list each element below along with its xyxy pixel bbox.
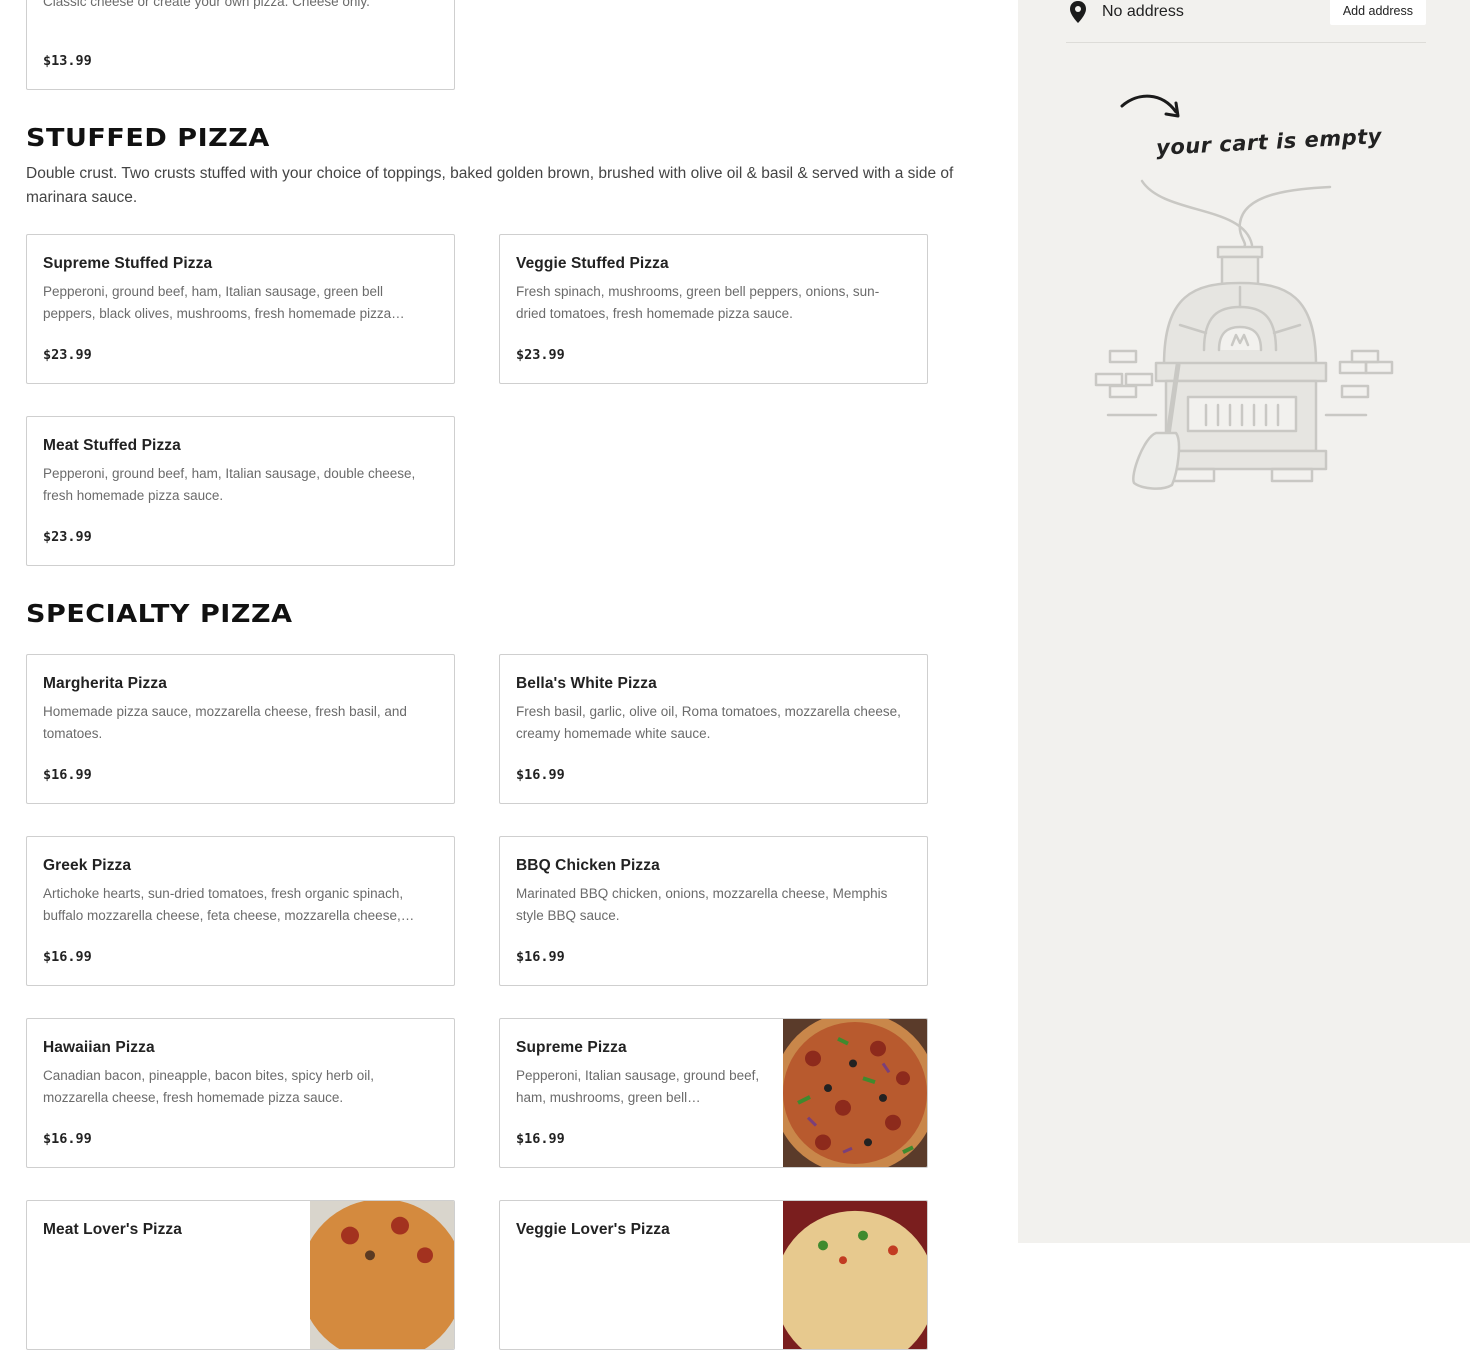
section-title-stuffed: STUFFED PIZZA xyxy=(26,123,270,152)
menu-item-name: Supreme Pizza xyxy=(516,1039,627,1056)
cart-panel: No address Add address your cart is empt… xyxy=(1018,0,1470,1243)
menu-item-description: Fresh spinach, mushrooms, green bell pep… xyxy=(516,284,880,321)
pizza-photo xyxy=(310,1201,454,1349)
menu-item-price: $16.99 xyxy=(43,767,92,783)
menu-item-description: Pepperoni, ground beef, ham, Italian sau… xyxy=(43,466,416,503)
menu-item-name: BBQ Chicken Pizza xyxy=(516,857,660,874)
menu-item-price: $16.99 xyxy=(516,1131,565,1147)
pizza-oven-illustration xyxy=(1094,179,1394,490)
menu-item-name: Veggie Stuffed Pizza xyxy=(516,255,669,272)
menu-item-card[interactable]: Hawaiian Pizza Canadian bacon, pineapple… xyxy=(26,1018,455,1168)
menu-item-card[interactable]: Meat Lover's Pizza xyxy=(26,1200,455,1350)
menu-item-price: $23.99 xyxy=(43,347,92,363)
menu-item-card[interactable]: Veggie Stuffed Pizza Fresh spinach, mush… xyxy=(499,234,928,384)
address-row: No address Add address xyxy=(1066,0,1426,43)
menu-item-card[interactable]: Veggie Lover's Pizza xyxy=(499,1200,928,1350)
menu-main: Classic cheese or create your own pizza.… xyxy=(0,0,1018,1350)
map-pin-icon xyxy=(1070,1,1086,23)
menu-item-card[interactable]: Bella's White Pizza Fresh basil, garlic,… xyxy=(499,654,928,804)
menu-item-card[interactable]: BBQ Chicken Pizza Marinated BBQ chicken,… xyxy=(499,836,928,986)
menu-item-name: Meat Lover's Pizza xyxy=(43,1221,183,1238)
section-description-stuffed: Double crust. Two crusts stuffed with yo… xyxy=(26,165,954,206)
menu-item-price: $16.99 xyxy=(43,1131,92,1147)
menu-item-name: Margherita Pizza xyxy=(43,675,167,692)
add-address-button[interactable]: Add address xyxy=(1329,0,1426,25)
menu-item-price: $13.99 xyxy=(43,53,92,69)
menu-item-description: Classic cheese or create your own pizza.… xyxy=(43,0,370,9)
menu-item-card[interactable]: Supreme Stuffed Pizza Pepperoni, ground … xyxy=(26,234,455,384)
menu-item-name: Supreme Stuffed Pizza xyxy=(43,255,213,272)
menu-item-description: Marinated BBQ chicken, onions, mozzarell… xyxy=(516,886,888,923)
menu-item-card[interactable]: Supreme Pizza Pepperoni, Italian sausage… xyxy=(499,1018,928,1168)
menu-item-price: $16.99 xyxy=(43,949,92,965)
menu-item-name: Veggie Lover's Pizza xyxy=(516,1221,670,1238)
menu-item-description: Homemade pizza sauce, mozzarella cheese,… xyxy=(43,704,407,741)
menu-item-card[interactable]: Classic cheese or create your own pizza.… xyxy=(26,0,455,90)
menu-item-description: Fresh basil, garlic, olive oil, Roma tom… xyxy=(516,704,901,741)
menu-item-card[interactable]: Meat Stuffed Pizza Pepperoni, ground bee… xyxy=(26,416,455,566)
address-text: No address xyxy=(1102,3,1184,20)
empty-cart-message: your cart is empty xyxy=(1155,124,1383,160)
menu-item-card[interactable]: Greek Pizza Artichoke hearts, sun-dried … xyxy=(26,836,455,986)
pizza-photo xyxy=(783,1019,927,1167)
menu-item-name: Greek Pizza xyxy=(43,857,132,874)
menu-item-description: Pepperoni, ground beef, ham, Italian sau… xyxy=(43,284,405,321)
menu-item-price: $16.99 xyxy=(516,767,565,783)
menu-item-card[interactable]: Margherita Pizza Homemade pizza sauce, m… xyxy=(26,654,455,804)
section-title-specialty: SPECIALTY PIZZA xyxy=(26,599,293,628)
menu-item-description: Canadian bacon, pineapple, bacon bites, … xyxy=(43,1068,374,1105)
menu-item-name: Hawaiian Pizza xyxy=(43,1039,155,1056)
menu-item-price: $23.99 xyxy=(516,347,565,363)
menu-item-price: $16.99 xyxy=(516,949,565,965)
menu-item-name: Bella's White Pizza xyxy=(516,675,657,692)
menu-item-description: Artichoke hearts, sun-dried tomatoes, fr… xyxy=(43,886,415,923)
menu-item-price: $23.99 xyxy=(43,529,92,545)
menu-item-name: Meat Stuffed Pizza xyxy=(43,437,181,454)
arrow-icon xyxy=(1120,94,1180,118)
pizza-photo xyxy=(783,1201,927,1349)
menu-item-description: Pepperoni, Italian sausage, ground beef,… xyxy=(516,1068,760,1105)
